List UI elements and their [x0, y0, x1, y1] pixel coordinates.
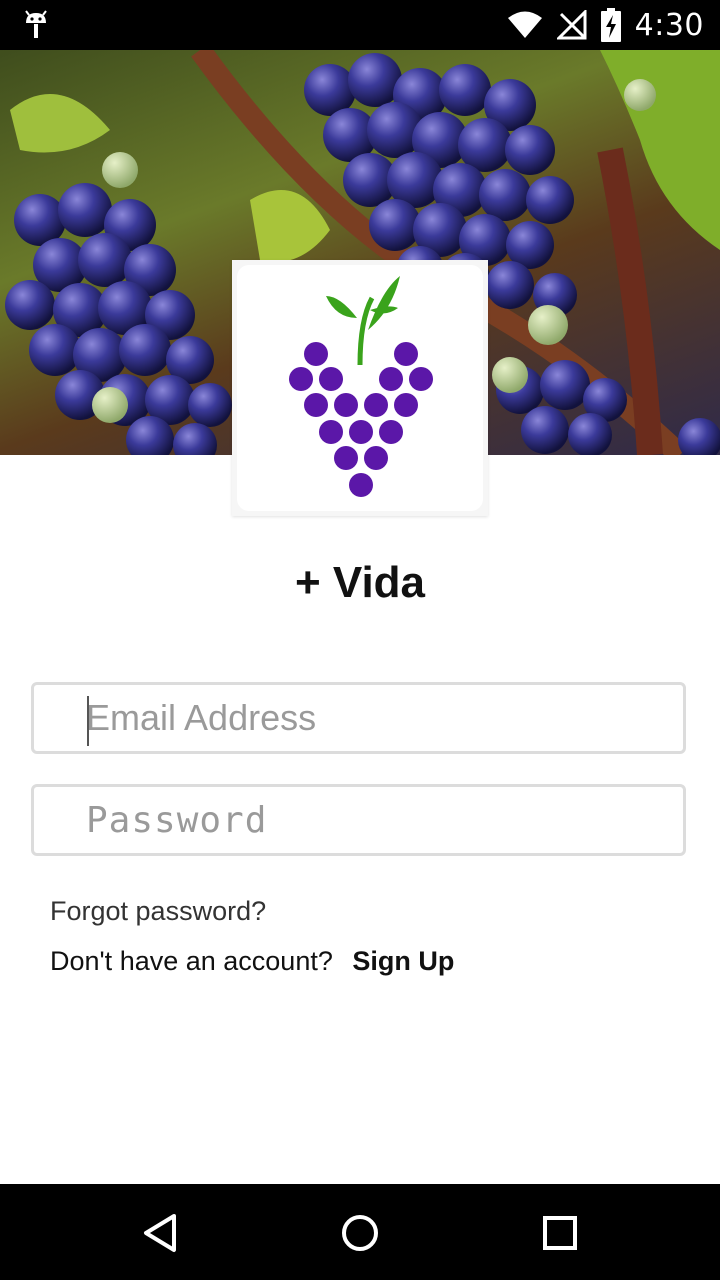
wifi-icon: [507, 11, 542, 38]
grape-heart-logo-icon: [289, 276, 433, 497]
recents-icon[interactable]: [535, 1208, 585, 1258]
status-time: 4:30: [634, 7, 704, 43]
logo-card: [232, 260, 488, 516]
signup-row: Don't have an account? Sign Up: [50, 946, 454, 977]
app-title: + Vida: [294, 558, 426, 607]
email-field-container: [31, 682, 686, 754]
android-debug-icon: [25, 10, 47, 38]
home-icon[interactable]: [335, 1208, 385, 1258]
back-icon[interactable]: [136, 1208, 186, 1258]
text-cursor: [87, 696, 89, 746]
status-bar: 4:30: [0, 0, 720, 50]
password-field-container: [31, 784, 686, 856]
navigation-bar: [0, 1184, 720, 1280]
sign-up-link[interactable]: Sign Up: [352, 946, 454, 976]
email-field[interactable]: [86, 685, 666, 751]
no-account-prompt: Don't have an account?: [50, 946, 333, 976]
password-field[interactable]: [86, 787, 666, 853]
login-screen: 4:30 + Vida Email Address Forgot passwor…: [0, 0, 720, 1280]
signal-off-icon: [556, 10, 587, 40]
battery-charging-icon: [600, 8, 621, 42]
forgot-password-link[interactable]: Forgot password?: [50, 896, 266, 927]
